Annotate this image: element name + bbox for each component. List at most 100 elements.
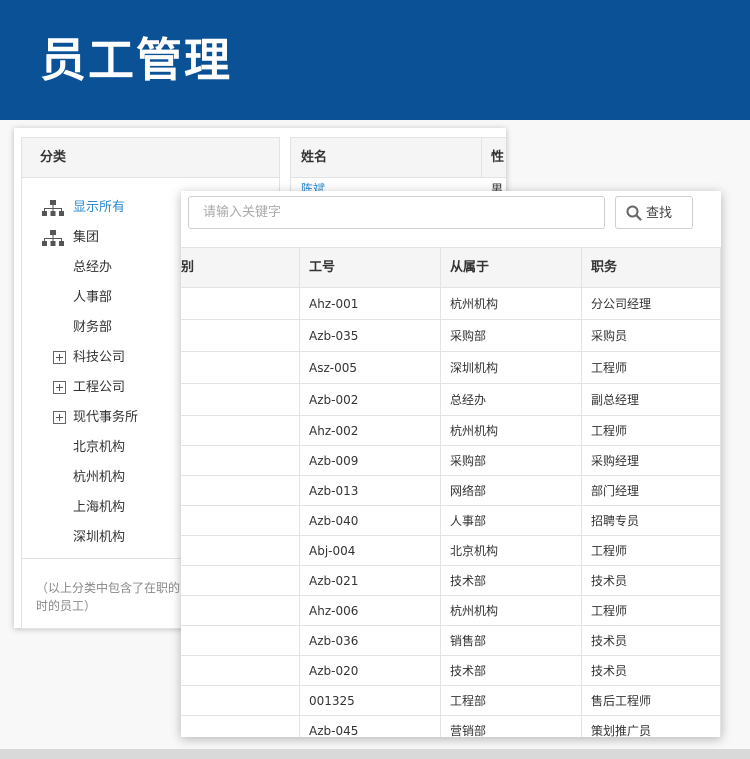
department-cell: 杭州机构 [450,424,499,438]
table-row[interactable]: Azb-009 采购部 采购经理 [181,446,721,476]
category-item-label: 集团 [73,230,100,245]
back-table-header: 姓名 性 [291,138,506,178]
table-row[interactable]: Azb-045 营销部 策划推广员 [181,716,721,737]
employee-id-cell: Azb-020 [309,664,359,678]
category-item-label: 现代事务所 [73,410,139,425]
department-cell: 杭州机构 [450,604,499,618]
column-header-employee-id[interactable]: 工号 [309,248,335,288]
table-row[interactable]: Azb-021 技术部 技术员 [181,566,721,596]
department-cell: 网络部 [450,484,487,498]
expand-plus-icon[interactable] [53,351,66,364]
category-item-label: 财务部 [73,320,113,335]
search-icon [626,205,642,221]
department-cell: 北京机构 [450,544,499,558]
category-note-line: （以上分类中包含了在职的 [36,581,181,595]
department-cell: 销售部 [450,634,487,648]
position-cell: 工程师 [591,544,628,558]
table-header: 别 工号 从属于 职务 [181,248,721,288]
employee-id-cell: Ahz-001 [309,297,359,311]
table-row: 陈斌 男 [291,178,506,192]
employee-id-cell: Abj-004 [309,544,356,558]
search-button-label: 查找 [646,205,673,220]
table-row[interactable]: Ahz-006 杭州机构 工程师 [181,596,721,626]
position-cell: 招聘专员 [591,514,640,528]
employee-id-cell: Azb-035 [309,329,359,343]
department-cell: 技术部 [450,664,487,678]
position-cell: 技术员 [591,574,628,588]
divider [481,138,482,178]
column-divider [440,248,441,737]
category-item-label: 深圳机构 [73,530,126,545]
employee-id-cell: Ahz-002 [309,424,359,438]
table-row[interactable]: Azb-035 采购部 采购员 [181,320,721,352]
position-cell: 技术员 [591,664,628,678]
search-input[interactable] [188,196,605,229]
department-cell: 营销部 [450,724,487,737]
table-row[interactable]: Azb-020 技术部 技术员 [181,656,721,686]
column-header-department[interactable]: 从属于 [450,248,489,288]
employee-id-cell: Azb-021 [309,574,359,588]
position-cell: 部门经理 [591,484,640,498]
table-row[interactable]: Ahz-001 杭州机构 分公司经理 [181,288,721,320]
category-panel-title: 分类 [22,138,279,178]
employee-id-cell: Azb-045 [309,724,359,737]
expand-plus-icon[interactable] [53,411,66,424]
employee-id-cell: 001325 [309,694,355,708]
column-divider [299,248,300,737]
employee-id-cell: Ahz-006 [309,604,359,618]
position-cell: 工程师 [591,424,628,438]
table-row[interactable]: Azb-002 总经办 副总经理 [181,384,721,416]
column-header-position[interactable]: 职务 [591,248,617,288]
position-cell: 分公司经理 [591,297,652,311]
category-item-label: 杭州机构 [73,470,126,485]
department-cell: 工程部 [450,694,487,708]
column-divider [720,248,721,737]
department-cell: 采购部 [450,329,487,343]
column-divider [581,248,582,737]
column-header-name[interactable]: 姓名 [301,138,327,178]
column-header-gender[interactable]: 别 [181,248,194,288]
table-row[interactable]: 001325 工程部 售后工程师 [181,686,721,716]
table-row[interactable]: Abj-004 北京机构 工程师 [181,536,721,566]
employee-table: 别 工号 从属于 职务 Ahz-001 杭州机构 分公司经理 Azb-035 采购部 采购… [181,247,721,737]
table-row[interactable]: Azb-013 网络部 部门经理 [181,476,721,506]
department-cell: 杭州机构 [450,297,499,311]
employee-id-cell: Azb-036 [309,634,359,648]
department-cell: 深圳机构 [450,361,499,375]
department-cell: 人事部 [450,514,487,528]
position-cell: 技术员 [591,634,628,648]
department-cell: 技术部 [450,574,487,588]
category-note: （以上分类中包含了在职的 时的员工） [36,579,196,615]
table-row[interactable]: Ahz-002 杭州机构 工程师 [181,416,721,446]
category-note-line: 时的员工） [36,599,97,613]
position-cell: 采购经理 [591,454,640,468]
position-cell: 售后工程师 [591,694,652,708]
employee-id-cell: Azb-040 [309,514,359,528]
page-title: 员工管理 [40,33,232,87]
employee-id-cell: Azb-013 [309,484,359,498]
category-item-label: 北京机构 [73,440,126,455]
employee-id-cell: Asz-005 [309,361,357,375]
department-cell: 总经办 [450,393,487,407]
table-row[interactable]: Azb-036 销售部 技术员 [181,626,721,656]
table-body: Ahz-001 杭州机构 分公司经理 Azb-035 采购部 采购员 Asz-005 深圳机构… [181,288,721,737]
column-header-gender[interactable]: 性 [491,138,504,178]
department-cell: 采购部 [450,454,487,468]
expand-plus-icon[interactable] [53,381,66,394]
category-item-label: 显示所有 [73,200,126,215]
category-item-label: 工程公司 [73,380,126,395]
page-header: 员工管理 [0,0,750,120]
bottom-bar [0,749,750,759]
employee-id-cell: Azb-002 [309,393,359,407]
position-cell: 策划推广员 [591,724,652,737]
position-cell: 工程师 [591,604,628,618]
position-cell: 副总经理 [591,393,640,407]
table-row[interactable]: Azb-040 人事部 招聘专员 [181,506,721,536]
table-row[interactable]: Asz-005 深圳机构 工程师 [181,352,721,384]
employee-search-window: 查找 别 工号 从属于 职务 Ahz-001 杭州机构 分公司经理 Azb-035 采购… [181,191,721,737]
org-chart-icon [42,200,64,216]
category-item-label: 上海机构 [73,500,126,515]
position-cell: 采购员 [591,329,628,343]
search-button[interactable]: 查找 [615,196,693,229]
category-item-label: 科技公司 [73,350,126,365]
